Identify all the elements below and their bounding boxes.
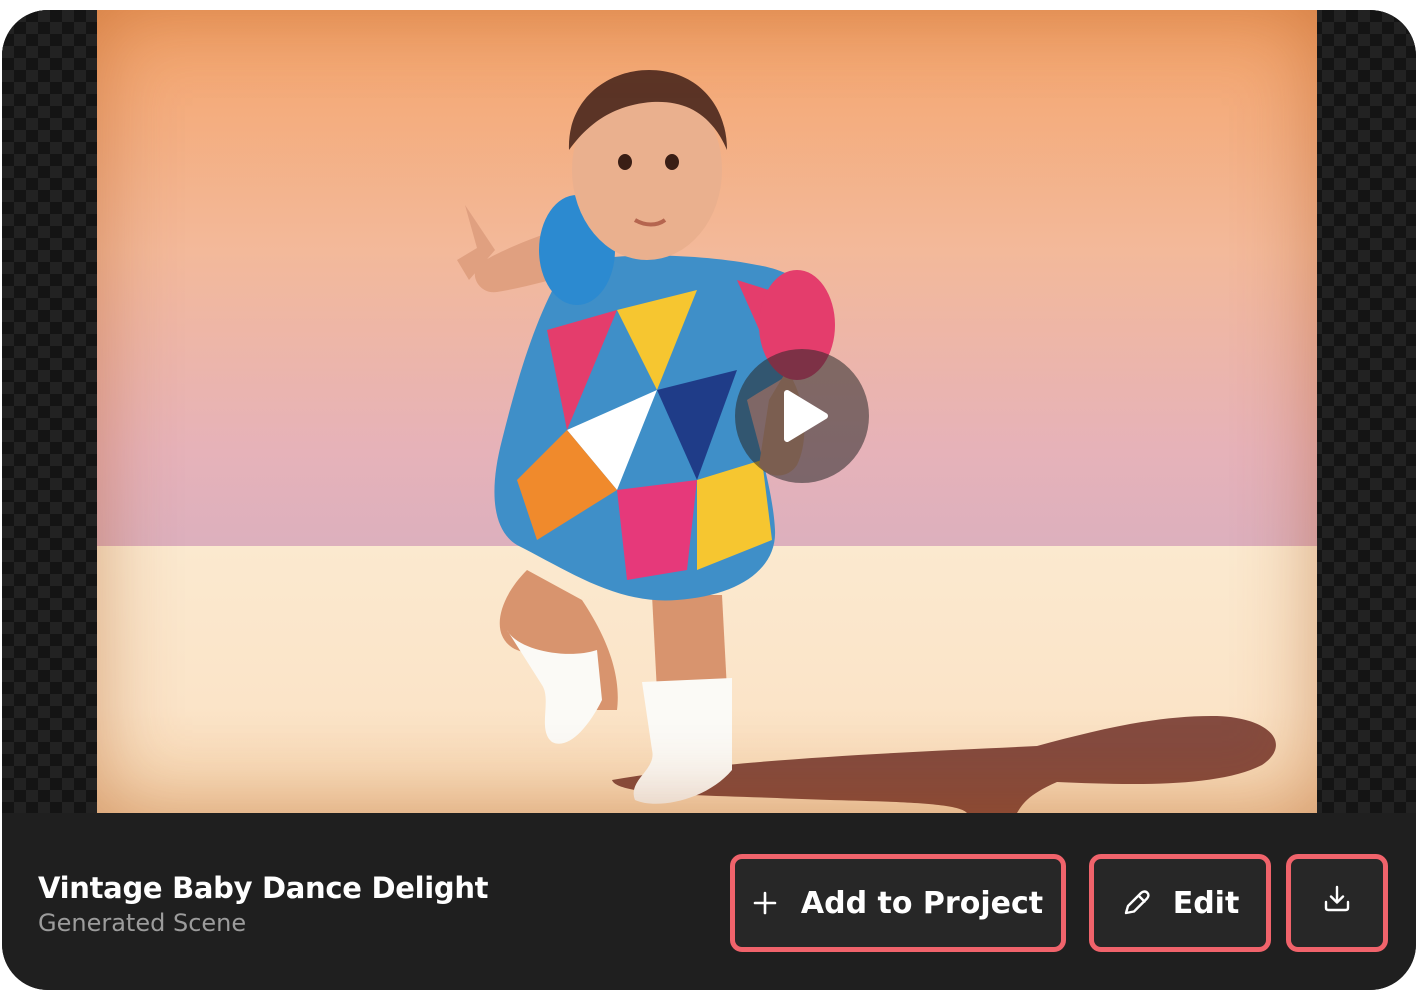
video-thumbnail[interactable] [97,10,1317,813]
pencil-icon [1121,888,1151,918]
download-button[interactable] [1286,854,1388,952]
media-preview [2,10,1416,813]
add-to-project-label: Add to Project [800,885,1044,921]
scene-info-bar: Vintage Baby Dance Delight Generated Sce… [2,813,1416,990]
edit-button[interactable]: Edit [1089,854,1271,952]
play-icon [784,390,828,442]
download-icon [1322,884,1352,922]
scene-subtitle: Generated Scene [38,909,247,937]
play-button[interactable] [735,349,869,483]
plus-icon [753,891,777,915]
edit-label: Edit [1172,885,1240,921]
scene-title: Vintage Baby Dance Delight [38,871,489,905]
add-to-project-button[interactable]: Add to Project [730,854,1066,952]
scene-card: Vintage Baby Dance Delight Generated Sce… [2,10,1416,990]
baby-illustration [457,70,1276,813]
